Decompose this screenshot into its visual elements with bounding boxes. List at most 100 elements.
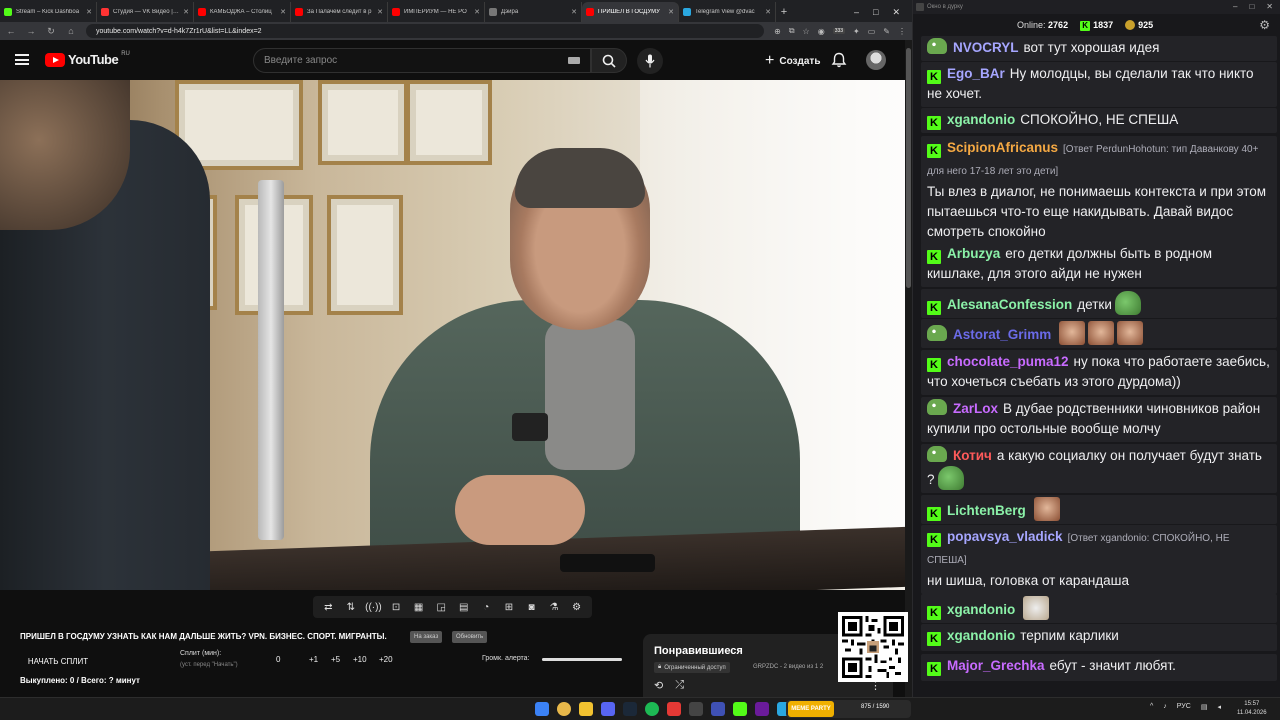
plus-frame-icon[interactable]: ⊞: [502, 601, 515, 613]
search-input[interactable]: Введите запрос: [253, 48, 591, 73]
tab-close-icon[interactable]: ✕: [765, 8, 771, 16]
tray-chevron-icon[interactable]: ^: [1150, 703, 1153, 711]
discord-icon[interactable]: [601, 702, 615, 716]
close-icon[interactable]: ✕: [1266, 2, 1273, 11]
chat-username[interactable]: LichtenBerg: [947, 503, 1026, 518]
tab-close-icon[interactable]: ✕: [86, 8, 92, 16]
maximize-icon[interactable]: □: [1249, 2, 1254, 11]
chat-username[interactable]: xgandonio: [947, 602, 1015, 617]
split-value-0[interactable]: 0: [276, 655, 280, 664]
minimize-icon[interactable]: –: [1233, 2, 1237, 11]
tab-close-icon[interactable]: ✕: [571, 8, 577, 16]
user-avatar[interactable]: [866, 50, 886, 70]
browser-tab[interactable]: КАМБОДЖА – Столиц ✕: [194, 2, 291, 22]
chat-settings-gear-icon[interactable]: ⚙: [1259, 18, 1270, 32]
chat-username[interactable]: Котич: [953, 448, 992, 463]
edit-icon[interactable]: ✎: [883, 27, 890, 36]
mic-tray-icon[interactable]: ♪: [1163, 703, 1167, 711]
clapper-icon[interactable]: ▦: [412, 601, 425, 613]
shuffle-icon[interactable]: ⤮: [675, 679, 684, 692]
app-icon-8[interactable]: [689, 702, 703, 716]
youtube-logo[interactable]: YouTube RU: [45, 51, 130, 67]
flask-icon[interactable]: ⚗: [548, 601, 561, 613]
home-icon[interactable]: ⌂: [66, 26, 76, 36]
install-icon[interactable]: ⧉: [789, 26, 795, 36]
gear-icon[interactable]: ⚙: [570, 601, 583, 613]
refresh-pill[interactable]: Обновить: [452, 631, 488, 643]
close-icon[interactable]: ✕: [892, 7, 900, 18]
volume-icon[interactable]: ◂: [1217, 703, 1221, 711]
app-icon-11[interactable]: [755, 702, 769, 716]
start-split-button[interactable]: НАЧАТЬ СПЛИТ: [20, 654, 96, 668]
chat-username[interactable]: ZarLox: [953, 401, 998, 416]
camera-icon[interactable]: ◙: [525, 601, 538, 613]
network-icon[interactable]: ▤: [1201, 703, 1208, 711]
opera-icon[interactable]: [667, 702, 681, 716]
voice-search-button[interactable]: [637, 48, 663, 74]
start-windows-icon[interactable]: [535, 702, 549, 716]
forward-icon[interactable]: →: [26, 26, 36, 36]
tab-close-icon[interactable]: ✕: [183, 8, 189, 16]
hamburger-menu-icon[interactable]: [15, 54, 29, 65]
reload-icon[interactable]: ↻: [46, 26, 56, 37]
minimize-icon[interactable]: –: [854, 7, 859, 17]
keyboard-icon[interactable]: [568, 57, 580, 64]
url-field[interactable]: youtube.com/watch?v=d-h4k7Zr1rU&list=LL&…: [86, 24, 765, 38]
video-player[interactable]: [0, 80, 905, 590]
scrollbar-thumb[interactable]: [906, 48, 911, 288]
sort-icon[interactable]: ⇅: [344, 601, 357, 613]
maximize-icon[interactable]: □: [873, 7, 878, 17]
tab-close-icon[interactable]: ✕: [668, 8, 674, 16]
frame-icon[interactable]: ◲: [435, 601, 448, 613]
zoom-icon[interactable]: ⊕: [774, 27, 781, 36]
playlist-title[interactable]: Понравившиеся: [654, 645, 743, 657]
browser-tab[interactable]: Студия — VK Видео | Lo ✕: [97, 2, 194, 22]
chat-username[interactable]: chocolate_puma12: [947, 354, 1069, 369]
chat-username[interactable]: popavsya_vladick: [947, 529, 1063, 544]
cast-icon[interactable]: ▭: [868, 27, 876, 36]
file-explorer-icon[interactable]: [579, 702, 593, 716]
bookmark-star-icon[interactable]: ☆: [803, 27, 810, 36]
notifications-bell-icon[interactable]: [831, 52, 847, 68]
back-icon[interactable]: ←: [6, 26, 16, 36]
browser-tab[interactable]: ПРИШЕЛ В ГОСДУМУ ✕: [582, 2, 679, 22]
loop-icon[interactable]: ⟲: [654, 679, 663, 692]
tab-close-icon[interactable]: ✕: [377, 8, 383, 16]
new-tab-button[interactable]: +: [776, 2, 792, 22]
chat-username[interactable]: Ego_BAr: [947, 66, 1005, 81]
chat-username[interactable]: Arbuzya: [947, 246, 1000, 261]
chat-username[interactable]: ScipionAfricanus: [947, 140, 1058, 155]
extensions-puzzle-icon[interactable]: ✦: [853, 27, 860, 36]
keyboard-language[interactable]: РУС: [1177, 703, 1191, 711]
media-player-icon[interactable]: [711, 702, 725, 716]
pip-icon[interactable]: ▤: [457, 601, 470, 613]
tab-close-icon[interactable]: ✕: [474, 8, 480, 16]
meme-party-widget[interactable]: MEME PARTY 875 / 1590: [786, 700, 911, 718]
broadcast-icon[interactable]: ((·)): [365, 601, 382, 613]
menu-dots-icon[interactable]: ⋮: [898, 27, 906, 36]
browser-tab[interactable]: Telegram View @dvac ✕: [679, 2, 776, 22]
page-scrollbar[interactable]: [905, 40, 912, 697]
chat-username[interactable]: Astorat_Grimm: [953, 327, 1051, 342]
browser-tab[interactable]: Дэйра ✕: [485, 2, 582, 22]
split-add-20[interactable]: +20: [379, 655, 393, 664]
chat-username[interactable]: Major_Grechka: [947, 658, 1045, 673]
split-add-5[interactable]: +5: [331, 655, 340, 664]
tab-close-icon[interactable]: ✕: [280, 8, 286, 16]
browser-tab[interactable]: Stream – Kick Dashboa ✕: [0, 2, 97, 22]
screenshot-video-icon[interactable]: ⊡: [390, 601, 403, 613]
spotify-icon[interactable]: [645, 702, 659, 716]
split-add-10[interactable]: +10: [353, 655, 367, 664]
browser-tab[interactable]: За Палачем следит в р ✕: [291, 2, 388, 22]
split-add-1[interactable]: +1: [309, 655, 318, 664]
chat-username[interactable]: NVOCRYL: [953, 40, 1019, 55]
chat-username[interactable]: xgandonio: [947, 628, 1015, 643]
repeat-icon[interactable]: ⇄: [322, 601, 335, 613]
chrome-icon[interactable]: [557, 702, 571, 716]
extension-icon[interactable]: ◉: [818, 27, 825, 36]
steam-icon[interactable]: [623, 702, 637, 716]
chat-username[interactable]: AlesanaConfession: [947, 297, 1072, 312]
alert-volume-slider[interactable]: [542, 658, 622, 661]
browser-tab[interactable]: ИМПЕРИУМ — НЕ PO ✕: [388, 2, 485, 22]
kick-app-icon[interactable]: [733, 702, 747, 716]
